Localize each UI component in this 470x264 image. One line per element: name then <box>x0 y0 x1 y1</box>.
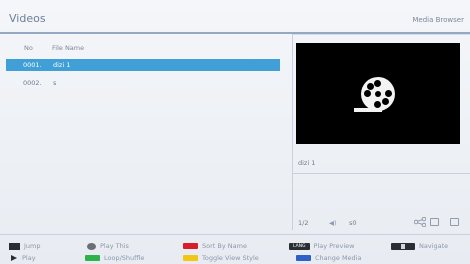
legend-toggle-view-style: Toggle View Style <box>183 253 259 263</box>
legend-navigate: Navigate <box>391 241 448 251</box>
legend-play-preview: LANG Play Preview <box>289 241 354 251</box>
film-reel-icon <box>361 77 395 111</box>
legend-play-this: Play This <box>87 241 129 251</box>
footer-legend: Jump Play Play This Loop/Shuffle Sort By… <box>0 235 470 264</box>
file-name: s <box>53 79 57 87</box>
column-header-file-name: File Name <box>52 44 85 52</box>
preview-divider <box>293 173 470 174</box>
header-bar: Videos Media Browser <box>0 0 470 30</box>
share-icon[interactable] <box>414 217 426 227</box>
play-icon <box>11 255 17 261</box>
file-row-selected[interactable]: 0001. dizi 1 <box>6 59 280 71</box>
legend-loop-shuffle: Loop/Shuffle <box>85 253 144 263</box>
panel-divider <box>292 34 293 230</box>
legend-jump: Jump <box>9 241 41 251</box>
video-preview[interactable] <box>296 43 460 144</box>
volume-level: s0 <box>349 219 357 227</box>
green-key-icon <box>85 255 100 261</box>
stop-icon[interactable] <box>450 218 459 226</box>
page-indicator: 1/2 <box>298 219 309 227</box>
file-number: 0001. <box>23 61 42 69</box>
preview-file-name: dizi 1 <box>298 159 316 167</box>
file-number: 0002. <box>23 79 42 87</box>
ok-button-icon <box>87 242 96 250</box>
legend-sort-by-name: Sort By Name <box>183 241 247 251</box>
panel-top-border <box>293 34 470 35</box>
legend-play: Play <box>9 253 36 263</box>
number-keys-icon <box>9 242 20 250</box>
legend-change-media: Change Media <box>296 253 361 263</box>
yellow-key-icon <box>183 255 198 261</box>
red-key-icon <box>183 243 198 249</box>
volume-icon: ◀) <box>329 219 337 227</box>
film-strip-icon <box>354 108 382 112</box>
app-name: Media Browser <box>412 16 464 24</box>
lang-key-icon: LANG <box>289 242 310 250</box>
page-title: Videos <box>9 12 46 25</box>
column-header-no: No <box>24 44 33 52</box>
repeat-icon[interactable] <box>430 218 439 226</box>
blue-key-icon <box>296 255 311 261</box>
navigation-keys-icon <box>391 242 415 250</box>
file-row[interactable]: 0002. s <box>6 77 280 89</box>
file-name: dizi 1 <box>53 61 71 69</box>
